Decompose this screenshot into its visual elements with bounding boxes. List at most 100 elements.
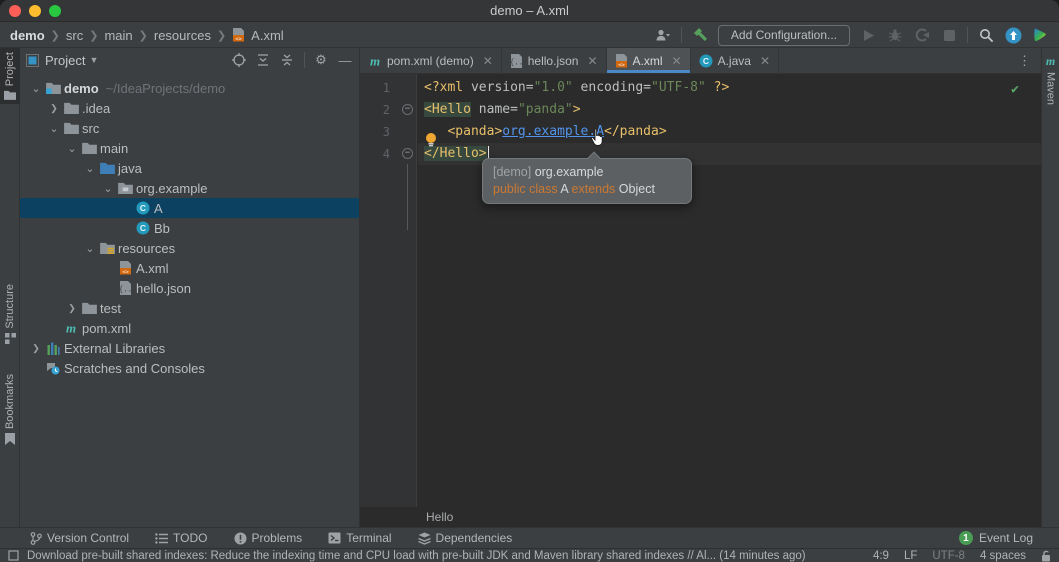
status-widget-4-9[interactable]: 4:9: [873, 550, 889, 562]
status-widget-lf[interactable]: LF: [904, 550, 917, 562]
tool-window-button-version-control[interactable]: Version Control: [30, 531, 129, 545]
run-icon[interactable]: [859, 26, 877, 44]
tree-item-label: A.xml: [136, 260, 169, 276]
debug-icon[interactable]: [886, 26, 904, 44]
chevron-down-icon[interactable]: ⌄: [82, 242, 98, 255]
fold-marker-icon[interactable]: −: [402, 148, 413, 159]
tree-item-bb[interactable]: C Bb: [20, 218, 359, 238]
fold-marker-icon[interactable]: −: [402, 104, 413, 115]
tree-item-demo[interactable]: ⌄ demo ~/IdeaProjects/demo: [20, 78, 359, 98]
expand-all-icon[interactable]: [256, 53, 272, 67]
close-tab-icon[interactable]: ✕: [760, 54, 770, 68]
status-message[interactable]: Download pre-built shared indexes: Reduc…: [27, 550, 806, 562]
tool-stripe-project-label: Project: [4, 52, 16, 87]
chevron-down-icon[interactable]: ⌄: [64, 142, 80, 155]
svg-text:C: C: [703, 56, 709, 66]
tool-window-button-dependencies[interactable]: Dependencies: [417, 531, 512, 545]
breadcrumb-item-src[interactable]: src: [66, 28, 83, 43]
editor-tab-pom-xml-demo-[interactable]: m pom.xml (demo) ✕: [360, 48, 502, 73]
tool-stripe-maven[interactable]: Maven: [1045, 72, 1057, 105]
chevron-right-icon[interactable]: ❯: [46, 103, 62, 114]
tool-stripe-bookmarks[interactable]: Bookmarks: [0, 370, 20, 449]
code-line-1[interactable]: <?xml version="1.0" encoding="UTF-8" ?>: [418, 77, 1041, 99]
tree-item-org-example[interactable]: ⌄ org.example: [20, 178, 359, 198]
tree-item-a-xml[interactable]: <> A.xml: [20, 258, 359, 278]
hide-panel-icon[interactable]: —: [337, 53, 353, 68]
line-number: 1: [382, 81, 390, 95]
status-widget-utf-8[interactable]: UTF-8: [932, 550, 965, 562]
tree-item-pom-xml[interactable]: m pom.xml: [20, 318, 359, 338]
locate-file-icon[interactable]: [232, 53, 248, 67]
navigation-bar: demo ❯ src ❯ main ❯ resources ❯ <> A.xml Add Conf…: [0, 23, 1059, 48]
intention-bulb-icon[interactable]: [424, 132, 438, 148]
stop-icon[interactable]: [940, 26, 958, 44]
tree-item-test[interactable]: ❯ test: [20, 298, 359, 318]
editor-body[interactable]: 1 2 3 4 − − <?xml version="1.0" encoding="UTF…: [360, 74, 1041, 507]
tree-item-resources[interactable]: ⌄ resources: [20, 238, 359, 258]
editor-tab-a-xml[interactable]: <> A.xml ✕: [606, 48, 691, 73]
chevron-down-icon[interactable]: ▼: [89, 55, 98, 65]
tree-item--idea[interactable]: ❯ .idea: [20, 98, 359, 118]
bottom-tool-bar: Version Control TODO Problems Terminal Depen…: [0, 527, 1059, 548]
build-hammer-icon[interactable]: [691, 26, 709, 44]
tool-window-label: Version Control: [47, 531, 130, 545]
tooltip-text: extends: [571, 182, 619, 196]
chevron-down-icon[interactable]: ⌄: [28, 82, 44, 95]
tool-window-button-problems[interactable]: Problems: [234, 531, 302, 545]
tool-stripe-project[interactable]: Project: [0, 48, 20, 105]
project-panel-title[interactable]: Project: [45, 53, 85, 68]
breadcrumb-item-demo[interactable]: demo: [10, 28, 45, 43]
project-tool-window: Project ▼ ⚙ — ⌄ demo ~/IdeaProjects/demo ❯.…: [20, 48, 360, 527]
code-line-3[interactable]: <panda>org.example.A</panda>: [418, 121, 1041, 143]
editor-tab-a-java[interactable]: C A.java ✕: [691, 48, 779, 73]
code-line-2[interactable]: <Hello name="panda">: [418, 99, 1041, 121]
editor-tab-bar: m pom.xml (demo) ✕ {.. hello.json ✕ <> A.xml ✕ C A…: [360, 48, 1041, 74]
chevron-right-icon[interactable]: ❯: [28, 343, 44, 354]
breadcrumb-item-main[interactable]: main: [104, 28, 132, 43]
chevron-right-icon[interactable]: ❯: [64, 303, 80, 314]
tree-item-java[interactable]: ⌄ java: [20, 158, 359, 178]
tab-options-icon[interactable]: ⋮: [1008, 53, 1041, 69]
tree-item-label: External Libraries: [64, 340, 166, 356]
run-with-coverage-icon[interactable]: [913, 26, 931, 44]
tree-item-scratches-and-consoles[interactable]: Scratches and Consoles: [20, 358, 359, 378]
profile-icon[interactable]: [654, 26, 672, 44]
chevron-down-icon[interactable]: ⌄: [100, 182, 116, 195]
tree-item-main[interactable]: ⌄ main: [20, 138, 359, 158]
tool-window-button-terminal[interactable]: Terminal: [328, 531, 392, 545]
project-tree: ⌄ demo ~/IdeaProjects/demo ❯ .idea ⌄ src ⌄ main ⌄…: [20, 72, 359, 378]
add-configuration-button[interactable]: Add Configuration...: [717, 24, 850, 46]
tool-window-button-todo[interactable]: TODO: [155, 531, 208, 545]
collapse-all-icon[interactable]: [280, 53, 296, 67]
close-tab-icon[interactable]: ✕: [483, 54, 493, 68]
chevron-down-icon[interactable]: ⌄: [82, 162, 98, 175]
close-tab-icon[interactable]: ✕: [672, 54, 682, 68]
update-available-icon[interactable]: [1004, 26, 1022, 44]
code-token: name=: [470, 102, 518, 117]
close-tab-icon[interactable]: ✕: [587, 54, 597, 68]
settings-gear-icon[interactable]: ⚙: [313, 52, 329, 68]
class-reference-link[interactable]: org.example.A: [502, 124, 604, 139]
event-log-button[interactable]: 1 Event Log: [958, 531, 1033, 545]
inspection-ok-icon[interactable]: ✔: [1011, 82, 1019, 97]
svg-text:{..: {..: [119, 285, 132, 294]
lock-icon[interactable]: [1041, 550, 1051, 562]
plugin-triangle-icon[interactable]: [1031, 26, 1049, 44]
project-view-icon: [26, 53, 39, 67]
tree-item-hello-json[interactable]: {.. hello.json: [20, 278, 359, 298]
editor-tab-hello-json[interactable]: {.. hello.json ✕: [502, 48, 607, 73]
tree-item-a[interactable]: CA: [20, 198, 359, 218]
fold-region-line: [407, 164, 408, 230]
tooltip-text: public class: [493, 182, 561, 196]
breadcrumb-item-resources[interactable]: resources: [154, 28, 211, 43]
search-everywhere-icon[interactable]: [977, 26, 995, 44]
editor-breadcrumb-tag[interactable]: Hello: [426, 510, 453, 524]
breadcrumb-item-a-xml[interactable]: A.xml: [251, 28, 284, 43]
right-tool-stripe: m Maven: [1041, 48, 1059, 527]
tree-item-external-libraries[interactable]: ❯ External Libraries: [20, 338, 359, 358]
tree-item-src[interactable]: ⌄ src: [20, 118, 359, 138]
tool-stripe-structure[interactable]: Structure: [0, 280, 20, 348]
status-widget-4-spaces[interactable]: 4 spaces: [980, 550, 1026, 562]
chevron-down-icon[interactable]: ⌄: [46, 122, 62, 135]
